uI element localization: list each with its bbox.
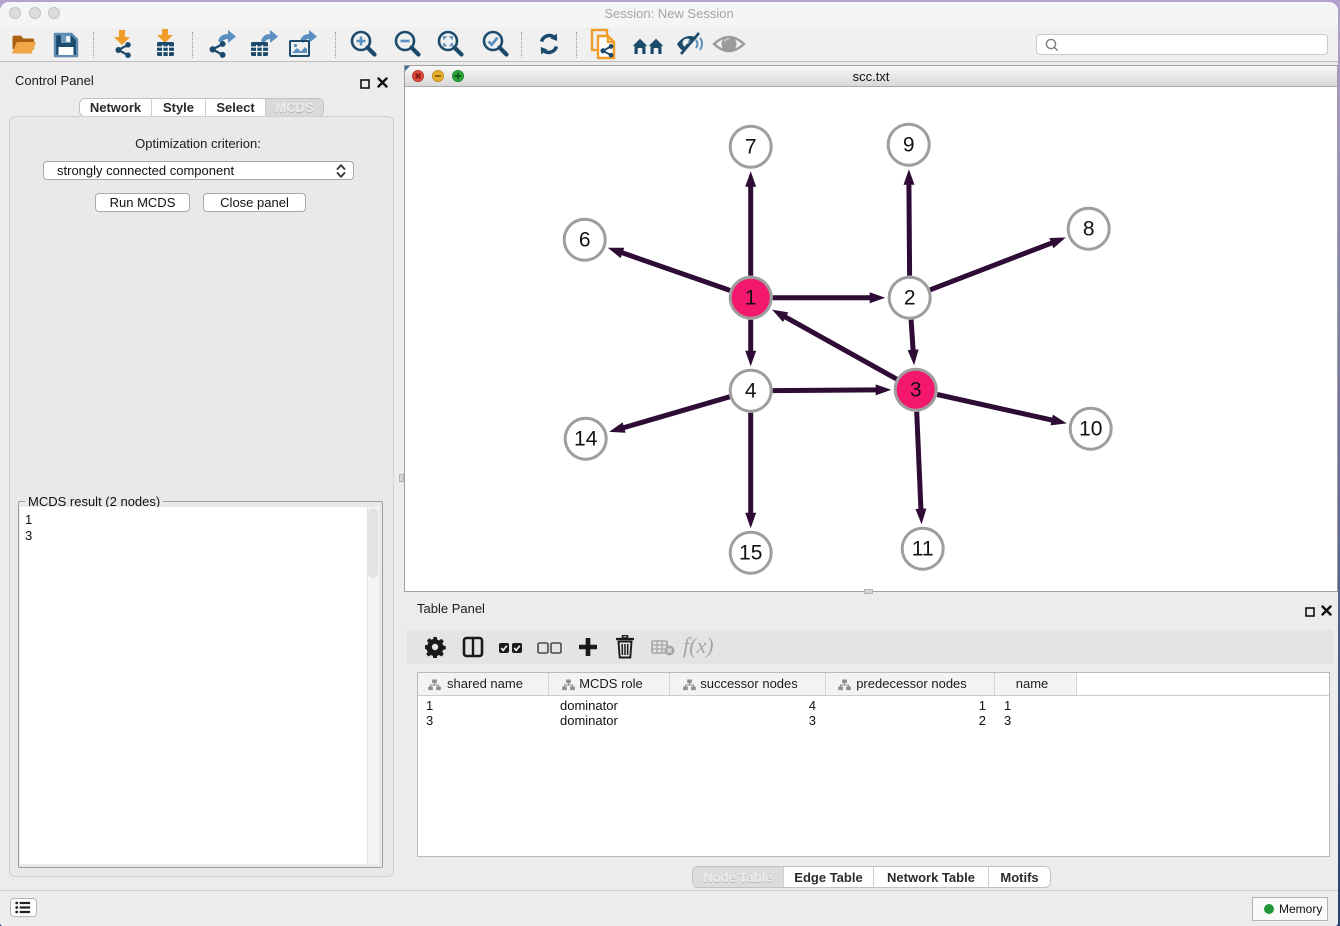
svg-text:14: 14 — [574, 428, 598, 451]
svg-text:6: 6 — [579, 229, 591, 252]
svg-text:9: 9 — [903, 134, 915, 157]
svg-text:15: 15 — [739, 542, 762, 565]
svg-text:3: 3 — [910, 379, 922, 402]
svg-text:8: 8 — [1083, 218, 1095, 241]
svg-text:1: 1 — [745, 287, 757, 310]
svg-text:2: 2 — [904, 287, 916, 310]
svg-text:4: 4 — [745, 380, 757, 403]
svg-text:10: 10 — [1079, 418, 1102, 441]
svg-text:7: 7 — [745, 136, 757, 159]
svg-text:11: 11 — [912, 538, 934, 561]
